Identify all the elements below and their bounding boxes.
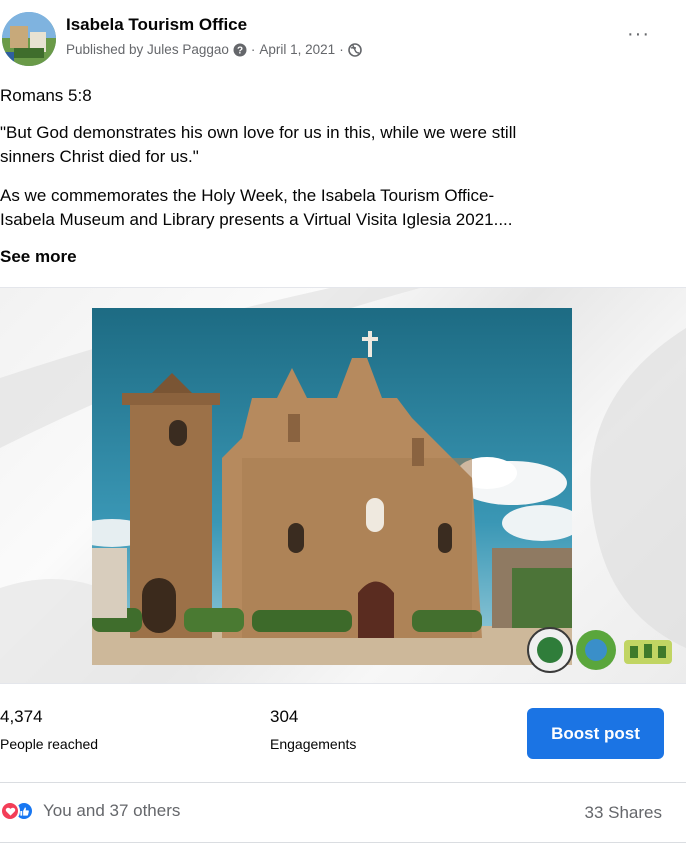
post-card: Isabela Tourism Office Published by Jule… [0,0,694,845]
page-name[interactable]: Isabela Tourism Office [66,15,247,35]
bottom-divider [0,842,686,843]
section-divider [0,782,686,783]
people-reached-value: 4,374 [0,707,43,726]
body-line-1: As we commemorates the Holy Week, the Is… [0,186,495,205]
reactions-summary[interactable]: You and 37 others [0,801,180,821]
globe-icon[interactable] [347,42,362,57]
page-avatar[interactable] [2,12,56,66]
boost-post-button[interactable]: Boost post [527,708,664,759]
body-line-2: Isabela Museum and Library presents a Vi… [0,210,513,229]
post-date[interactable]: April 1, 2021 [259,42,335,57]
love-reaction-icon [0,801,20,821]
engagements-label: Engagements [270,736,357,752]
more-icon[interactable]: ··· [627,24,650,44]
reactions-text[interactable]: You and 37 others [43,801,180,821]
see-more-link[interactable]: See more [0,245,690,269]
meta-separator: · [250,42,256,57]
svg-text:?: ? [237,45,243,56]
post-meta: Published by Jules Paggao ? · April 1, 2… [66,42,362,57]
verse-reference: Romans 5:8 [0,86,92,105]
people-reached-label: People reached [0,736,99,752]
publisher-text[interactable]: Published by Jules Paggao [66,42,229,57]
quote-line-2: sinners Christ died for us." [0,147,199,166]
church-photo [92,308,572,665]
post-image[interactable] [0,287,686,684]
partner-logos [526,618,676,678]
engagements-value: 304 [270,707,299,726]
shares-count[interactable]: 33 Shares [585,803,663,823]
quote-line-1: "But God demonstrates his own love for u… [0,123,517,142]
meta-separator-2: · [339,42,344,57]
help-circle-icon[interactable]: ? [233,43,247,57]
